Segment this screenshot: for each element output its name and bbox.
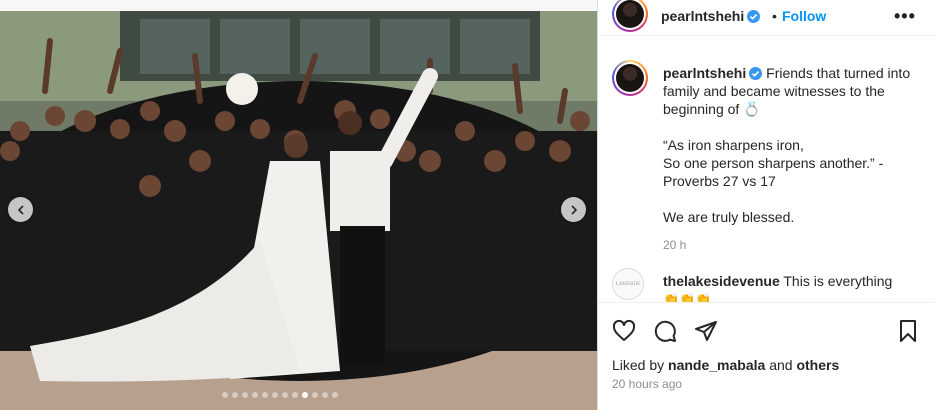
liked-by-and: and xyxy=(765,357,797,373)
post-timestamp[interactable]: 20 hours ago xyxy=(612,377,682,391)
liked-by-others[interactable]: others xyxy=(796,357,839,373)
likes-summary[interactable]: Liked by nande_mabala and others xyxy=(612,357,839,373)
carousel-dot xyxy=(252,392,258,398)
action-bar xyxy=(598,302,935,352)
carousel-dot xyxy=(312,392,318,398)
carousel-dot xyxy=(332,392,338,398)
caption-username[interactable]: pearlntshehi xyxy=(663,65,763,81)
carousel-dot xyxy=(322,392,328,398)
comment-text: This is everything xyxy=(783,273,893,289)
commenter-avatar[interactable]: LAKESIDE xyxy=(612,268,644,300)
carousel-dot xyxy=(282,392,288,398)
liked-by-prefix: Liked by xyxy=(612,357,669,373)
caption-author-avatar[interactable] xyxy=(612,60,648,96)
post-media[interactable] xyxy=(0,0,597,410)
comments-section[interactable]: pearlntshehi Friends that turned into fa… xyxy=(598,44,935,302)
carousel-dot xyxy=(272,392,278,398)
commenter-username[interactable]: thelakesidevenue xyxy=(663,273,780,289)
ring-emoji: 💍 xyxy=(743,101,761,117)
post-caption: pearlntshehi Friends that turned into fa… xyxy=(663,64,925,254)
carousel-next-button[interactable] xyxy=(561,197,586,222)
header-separator: • xyxy=(772,8,777,24)
comment-item: thelakesidevenue This is everything 👏👏👏 xyxy=(663,272,925,302)
chevron-left-icon xyxy=(17,204,24,215)
carousel-dot xyxy=(222,392,228,398)
post-header: pearlntshehi • Follow ••• xyxy=(598,0,935,36)
caption-time[interactable]: 20 h xyxy=(663,236,925,254)
verified-badge-icon xyxy=(747,10,761,23)
verified-badge-icon xyxy=(749,67,763,80)
paper-plane-icon[interactable] xyxy=(694,319,718,343)
chevron-right-icon xyxy=(570,204,577,215)
carousel-prev-button[interactable] xyxy=(8,197,33,222)
heart-icon[interactable] xyxy=(612,319,636,343)
carousel-dot xyxy=(232,392,238,398)
more-options-button[interactable]: ••• xyxy=(894,6,916,27)
media-top-strip xyxy=(0,0,597,11)
caption-closing: We are truly blessed. xyxy=(663,209,795,225)
carousel-dots xyxy=(222,392,338,398)
clap-emoji: 👏👏👏 xyxy=(663,292,712,302)
carousel-dot xyxy=(292,392,298,398)
comment-bubble-icon[interactable] xyxy=(653,319,677,343)
carousel-dot xyxy=(242,392,248,398)
wedding-group-photo xyxy=(0,11,597,410)
author-username[interactable]: pearlntshehi xyxy=(661,8,761,24)
caption-quote: “As iron sharpens iron, So one person sh… xyxy=(663,137,884,189)
follow-button[interactable]: Follow xyxy=(782,8,826,24)
post-side-panel: pearlntshehi • Follow ••• pearlntshehi F… xyxy=(597,0,935,410)
author-avatar[interactable] xyxy=(612,0,648,32)
carousel-dot xyxy=(302,392,308,398)
liked-by-user[interactable]: nande_mabala xyxy=(668,357,765,373)
carousel-dot xyxy=(262,392,268,398)
bookmark-icon[interactable] xyxy=(896,319,920,343)
